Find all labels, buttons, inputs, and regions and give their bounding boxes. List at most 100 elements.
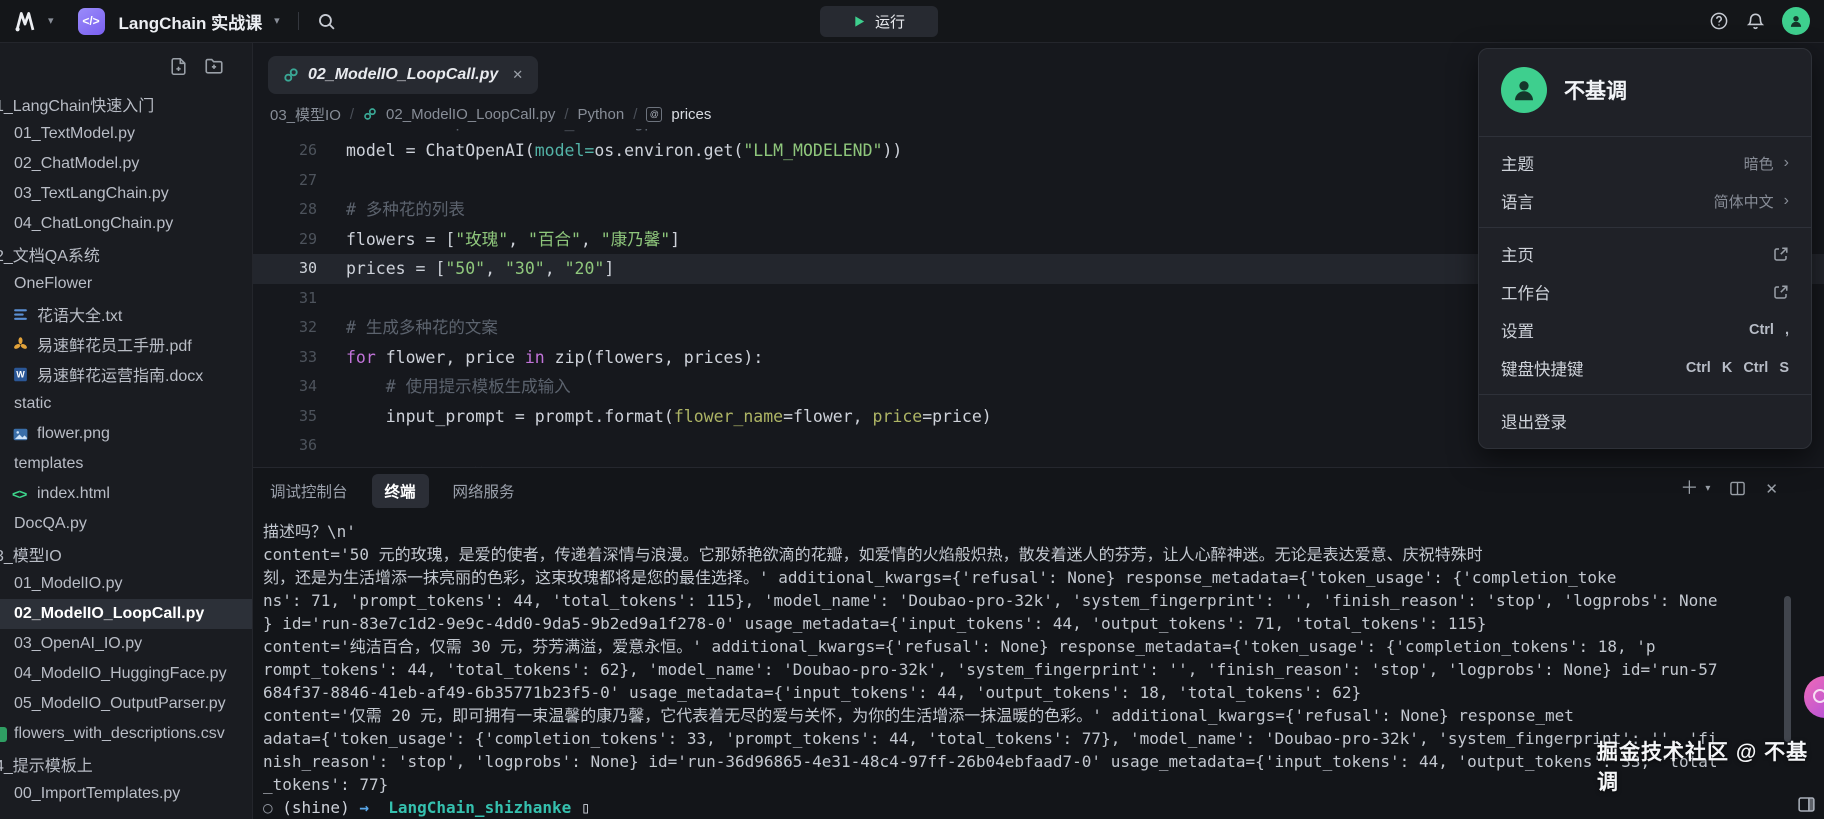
file-label: index.html: [37, 485, 110, 503]
tree-item[interactable]: 02_ChatModel.py: [0, 149, 252, 179]
menu-item-right: 简体中文›: [1714, 191, 1789, 212]
tab-title: 02_ModelIO_LoopCall.py: [308, 66, 498, 84]
pdf-icon: [12, 336, 30, 353]
menu-item-value: 暗色: [1744, 153, 1774, 174]
tree-item[interactable]: 04_ModelIO_HuggingFace.py: [0, 659, 252, 689]
chevron-down-icon[interactable]: ▾: [1705, 483, 1710, 494]
tree-item[interactable]: 04_ChatLongChain.py: [0, 209, 252, 239]
menu-item-right: Ctrl ,: [1749, 322, 1789, 338]
bottom-panel: 调试控制台 终端 网络服务 ＋ ▾ ✕ 描述吗？\n'content='50 元的玫…: [253, 467, 1824, 819]
user-avatar[interactable]: [1782, 7, 1810, 35]
terminal-output-line: 刻，还是为生活增添一抹亮丽的色彩，这束玫瑰都将是您的最佳选择。' additio…: [263, 566, 1777, 589]
external-link-icon: [1773, 284, 1789, 300]
file-label: 1_LangChain快速入门: [0, 92, 154, 116]
chevron-right-icon: ›: [1784, 154, 1789, 172]
tree-item[interactable]: flower.png: [0, 419, 252, 449]
menu-item-right: 暗色 ›: [1744, 153, 1789, 174]
file-label: flower.png: [37, 425, 110, 443]
tree-item[interactable]: 花语大全.txt: [0, 299, 252, 329]
terminal-scrollbar[interactable]: [1784, 596, 1791, 742]
code-text: [317, 431, 346, 461]
panel-tab[interactable]: 网络服务: [453, 480, 515, 502]
code-text: for flower, price in zip(flowers, prices…: [317, 343, 763, 373]
menu-item-language[interactable]: 语言 简体中文›: [1479, 182, 1811, 220]
terminal-prompt[interactable]: ○ (shine) → LangChain_shizhanke ▯: [263, 796, 1777, 819]
panel-tab[interactable]: 终端: [372, 474, 429, 508]
tree-item[interactable]: 02_ModelIO_LoopCall.py: [0, 599, 252, 629]
tree-item[interactable]: <> index.html: [0, 479, 252, 509]
external-link-icon: [1773, 246, 1789, 262]
tree-item[interactable]: 01_ModelIO.py: [0, 569, 252, 599]
tree-item[interactable]: templates: [0, 449, 252, 479]
tree-item[interactable]: 4_提示模板上: [0, 749, 252, 779]
tree-item[interactable]: static: [0, 389, 252, 419]
terminal-output-line: rompt_tokens': 44, 'total_tokens': 62}, …: [263, 658, 1777, 681]
file-label: 2_文档QA系统: [0, 242, 100, 266]
tree-item[interactable]: DocQA.py: [0, 509, 252, 539]
new-folder-icon[interactable]: [204, 56, 224, 76]
close-icon[interactable]: ✕: [512, 67, 523, 83]
tree-item[interactable]: 易速鲜花员工手册.pdf: [0, 329, 252, 359]
divider: [298, 12, 299, 30]
close-panel-icon[interactable]: ✕: [1765, 480, 1778, 498]
editor-tab-active[interactable]: 02_ModelIO_LoopCall.py ✕: [268, 56, 538, 94]
tree-item[interactable]: 03_OpenAI_IO.py: [0, 629, 252, 659]
breadcrumb-language[interactable]: Python: [578, 106, 625, 123]
menu-item-label: 工作台: [1501, 280, 1551, 304]
file-label: 03_OpenAI_IO.py: [14, 635, 142, 653]
file-label: 04_ModelIO_HuggingFace.py: [14, 665, 227, 683]
split-panel-icon[interactable]: [1729, 480, 1746, 497]
app-logo-icon[interactable]: [14, 9, 38, 33]
line-number: 31: [253, 284, 317, 314]
breadcrumb-separator: /: [633, 106, 637, 123]
menu-item-theme[interactable]: 主题暗色›: [1479, 144, 1811, 182]
dock-panel-icon[interactable]: [1797, 795, 1816, 814]
breadcrumb-separator: /: [564, 106, 568, 123]
tree-item[interactable]: W易速鲜花运营指南.docx: [0, 359, 252, 389]
tree-item[interactable]: 00_ImportTemplates.py: [0, 779, 252, 809]
code-text: # 使用提示模板生成输入: [317, 372, 571, 402]
file-label: static: [14, 395, 51, 413]
chevron-down-icon[interactable]: ▾: [48, 16, 54, 27]
file-label: 02_ModelIO_LoopCall.py: [14, 605, 204, 623]
panel-tab[interactable]: 调试控制台: [270, 480, 348, 502]
user-avatar: [1501, 67, 1547, 113]
search-icon[interactable]: [317, 12, 336, 31]
new-file-icon[interactable]: [169, 57, 188, 76]
menu-item-logout[interactable]: 退出登录: [1479, 402, 1811, 440]
menu-item-keyboard-shortcuts[interactable]: 键盘快捷键Ctrl K Ctrl S: [1479, 349, 1811, 387]
breadcrumb-symbol[interactable]: prices: [671, 106, 711, 123]
add-terminal-icon[interactable]: ＋: [1680, 479, 1698, 499]
tree-item[interactable]: 1_LangChain快速入门: [0, 89, 252, 119]
breadcrumb-file[interactable]: 02_ModelIO_LoopCall.py: [386, 106, 555, 123]
tree-item[interactable]: 3_模型IO: [0, 539, 252, 569]
python-file-icon: [363, 107, 377, 121]
tree-item[interactable]: 05_ModelIO_OutputParser.py: [0, 689, 252, 719]
tree-item[interactable]: OneFlower: [0, 269, 252, 299]
code-text: # 多种花的列表: [317, 195, 465, 225]
tree-item[interactable]: flowers_with_descriptions.csv: [0, 719, 252, 749]
variable-icon: @: [646, 107, 662, 122]
menu-item-settings[interactable]: 设置Ctrl ,: [1479, 311, 1811, 349]
run-button[interactable]: 运行: [820, 6, 938, 37]
menu-item-home[interactable]: 主页: [1479, 235, 1811, 273]
file-label: 01_ModelIO.py: [14, 575, 123, 593]
file-label: 03_TextLangChain.py: [14, 185, 169, 203]
breadcrumb-folder[interactable]: 03_模型IO: [270, 104, 341, 125]
terminal-output-line: nish_reason': 'stop', 'logprobs': None} …: [263, 750, 1777, 773]
notifications-bell-icon[interactable]: [1746, 12, 1765, 31]
image-icon: [12, 426, 30, 443]
line-number: 30: [253, 254, 317, 284]
tree-item[interactable]: 2_文档QA系统: [0, 239, 252, 269]
project-name[interactable]: LangChain 实战课: [119, 9, 263, 34]
tree-item[interactable]: 03_TextLangChain.py: [0, 179, 252, 209]
tree-item[interactable]: 01_TextModel.py: [0, 119, 252, 149]
help-icon[interactable]: [1709, 11, 1729, 31]
code-text: [317, 284, 346, 314]
chevron-down-icon[interactable]: ▾: [274, 16, 280, 27]
menu-item-workbench[interactable]: 工作台: [1479, 273, 1811, 311]
menu-item-label: 语言: [1501, 189, 1534, 213]
terminal-output-line: content='50 元的玫瑰，是爱的使者，传递着深情与浪漫。它那娇艳欲滴的花…: [263, 543, 1777, 566]
html-icon: <>: [12, 486, 30, 502]
terminal-output[interactable]: 描述吗？\n'content='50 元的玫瑰，是爱的使者，传递着深情与浪漫。它…: [253, 514, 1824, 819]
